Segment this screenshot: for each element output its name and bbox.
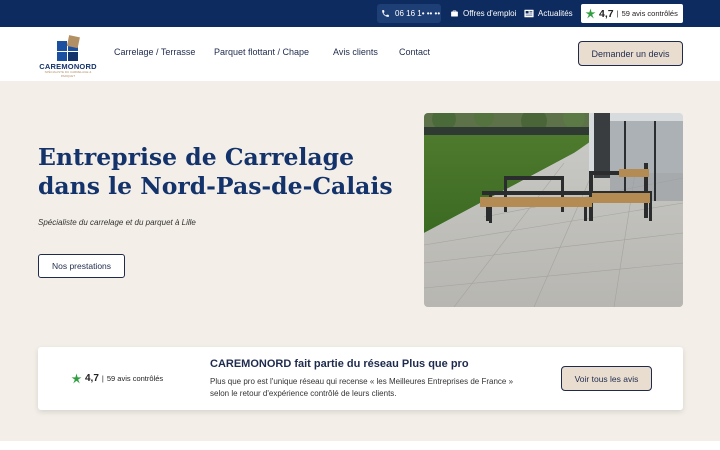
card-rating-score: 4,7 (85, 373, 99, 384)
card-rating-badge[interactable]: 4,7 | 59 avis contrôlés (71, 373, 163, 384)
terrace-photo-image (424, 113, 683, 307)
nav-parquet[interactable]: Parquet flottant / Chape (214, 47, 309, 57)
card-description: Plus que pro est l'unique réseau qui rec… (210, 377, 514, 398)
phone-number: 06 16 1• •• •• (395, 9, 441, 18)
card-rating-separator: | (101, 374, 104, 383)
news-link[interactable]: Actualités (524, 4, 573, 23)
news-label: Actualités (538, 9, 573, 18)
rating-score: 4,7 (599, 7, 614, 20)
plusquepro-icon (585, 8, 596, 19)
card-title: CAREMONORD fait partie du réseau Plus qu… (210, 358, 469, 370)
all-reviews-button[interactable]: Voir tous les avis (561, 366, 652, 391)
quote-button[interactable]: Demander un devis (578, 41, 683, 66)
services-button[interactable]: Nos prestations (38, 254, 125, 278)
hero-subtitle: Spécialiste du carrelage et du parquet à… (38, 218, 196, 227)
briefcase-icon (451, 10, 458, 17)
hero-title: Entreprise de Carrelage dans le Nord-Pas… (38, 143, 393, 200)
site-logo[interactable]: CAREMONORD SPÉCIALISTE DU CARRELAGE & PA… (38, 35, 98, 78)
next-section (0, 441, 720, 450)
nav-carrelage[interactable]: Carrelage / Terrasse (114, 47, 195, 57)
nav-contact[interactable]: Contact (399, 47, 430, 57)
hero-photo (424, 113, 683, 307)
nav-avis[interactable]: Avis clients (333, 47, 378, 57)
newspaper-icon (524, 9, 534, 18)
phone-icon (382, 10, 389, 17)
top-bar: 06 16 1• •• •• Offres d'emploi Actualité… (0, 0, 720, 27)
rating-badge[interactable]: 4,7 | 59 avis contrôlés (581, 4, 683, 23)
phone-link[interactable]: 06 16 1• •• •• (377, 4, 441, 23)
rating-separator: | (616, 9, 619, 18)
logo-tiles-icon (57, 35, 80, 61)
rating-count: 59 avis contrôlés (621, 9, 678, 18)
card-rating-count: 59 avis contrôlés (106, 374, 164, 383)
jobs-link[interactable]: Offres d'emploi (450, 4, 516, 23)
logo-tagline: SPÉCIALISTE DU CARRELAGE & PARQUET (44, 70, 92, 78)
jobs-label: Offres d'emploi (463, 9, 517, 18)
plusquepro-icon (71, 373, 82, 384)
